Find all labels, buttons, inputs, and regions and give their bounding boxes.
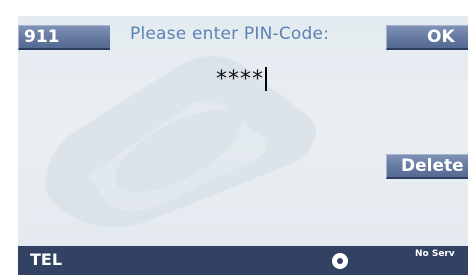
pin-masked-value: **** xyxy=(216,66,264,92)
pin-prompt-title: Please enter PIN-Code: xyxy=(130,24,330,44)
delete-button[interactable]: Delete xyxy=(386,154,468,179)
status-bar: TEL No Serv xyxy=(18,246,468,275)
phone-background-illustration xyxy=(45,56,316,228)
emergency-911-button[interactable]: 911 xyxy=(18,25,110,50)
disc-icon xyxy=(332,253,348,269)
ok-button[interactable]: OK xyxy=(386,25,468,50)
delete-button-label: Delete xyxy=(401,156,464,176)
pin-input-field[interactable]: **** xyxy=(216,66,267,92)
emergency-911-label: 911 xyxy=(24,27,60,47)
phone-screen: 911 Please enter PIN-Code: OK **** Delet… xyxy=(18,16,468,275)
status-mode-label: TEL xyxy=(30,250,63,269)
network-status-label: No Serv xyxy=(415,249,455,259)
ok-button-label: OK xyxy=(427,27,455,47)
text-cursor xyxy=(265,67,267,91)
